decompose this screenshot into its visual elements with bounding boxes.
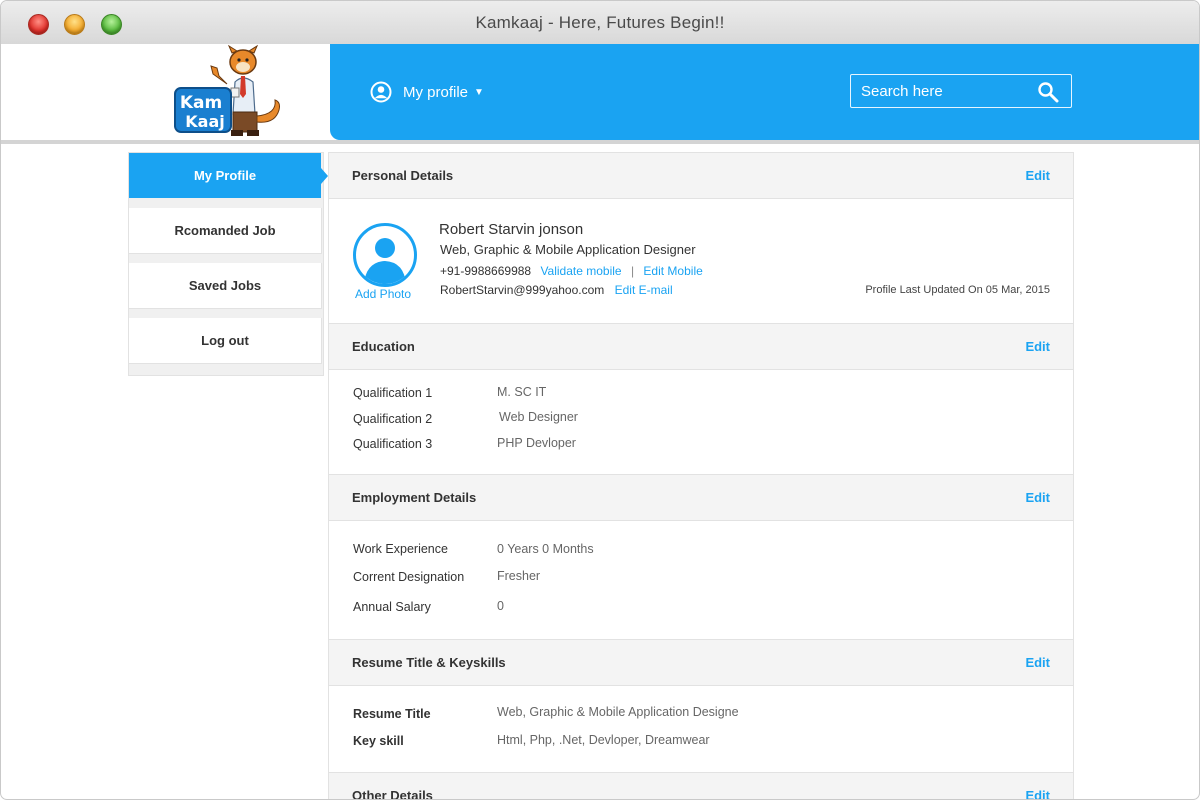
- profile-content: Personal Details Edit Add Photo Robert S…: [328, 152, 1074, 800]
- section-title: Employment Details: [352, 490, 477, 505]
- qualification-3-label: Qualification 3: [353, 437, 433, 451]
- qualification-2-label: Qualification 2: [353, 412, 433, 426]
- work-experience-label: Work Experience: [353, 542, 448, 556]
- link-separator: |: [630, 264, 635, 278]
- profile-menu-label: My profile: [403, 83, 469, 101]
- section-header-education: Education Edit: [329, 323, 1073, 370]
- section-title: Education: [352, 339, 415, 354]
- section-header-other: Other Details Edit: [329, 772, 1073, 800]
- section-title: Resume Title & Keyskills: [352, 655, 506, 670]
- section-header-resume: Resume Title & Keyskills Edit: [329, 639, 1073, 686]
- title-bar: Kamkaaj - Here, Futures Begin!!: [1, 1, 1199, 45]
- profile-last-updated: Profile Last Updated On 05 Mar, 2015: [865, 284, 1050, 296]
- edit-education-button[interactable]: Edit: [1025, 339, 1050, 354]
- chevron-down-icon: ▼: [474, 86, 484, 98]
- search-icon[interactable]: [1037, 81, 1059, 103]
- add-photo-link[interactable]: Add Photo: [355, 287, 411, 301]
- logo-text-top: Kam: [180, 93, 222, 113]
- section-header-personal: Personal Details Edit: [329, 153, 1073, 199]
- sidebar-item-my-profile[interactable]: My Profile: [129, 153, 328, 198]
- sidebar-item-saved-jobs[interactable]: Saved Jobs: [129, 263, 322, 309]
- qualification-1-value: M. SC IT: [497, 385, 547, 399]
- phone-number: +91-9988669988: [440, 264, 532, 278]
- app-window: Kamkaaj - Here, Futures Begin!! Kam Kaaj: [0, 0, 1200, 800]
- current-designation-value: Fresher: [497, 569, 541, 583]
- annual-salary-label: Annual Salary: [353, 600, 431, 614]
- edit-other-button[interactable]: Edit: [1025, 788, 1050, 799]
- avatar[interactable]: [353, 223, 417, 287]
- current-designation-label: Corrent Designation: [353, 570, 465, 584]
- edit-email-link[interactable]: Edit E-mail: [615, 283, 673, 297]
- work-experience-value: 0 Years 0 Months: [497, 542, 594, 556]
- phone-row: +91-9988669988 Validate mobile | Edit Mo…: [440, 264, 703, 278]
- sidebar-item-recommended-job[interactable]: Rcomanded Job: [129, 208, 322, 254]
- key-skill-label: Key skill: [353, 734, 404, 748]
- search-input[interactable]: [861, 75, 1031, 107]
- resume-title-label: Resume Title: [353, 707, 431, 721]
- key-skill-value: Html, Php, .Net, Devloper, Dreamwear: [497, 733, 710, 747]
- profile-name: Robert Starvin jonson: [439, 221, 584, 238]
- logo-area: Kam Kaaj: [1, 44, 330, 140]
- section-title: Personal Details: [352, 168, 454, 183]
- edit-employment-button[interactable]: Edit: [1025, 490, 1050, 505]
- logo-text-bottom: Kaaj: [185, 112, 224, 131]
- user-circle-icon: [370, 81, 392, 103]
- search-box: [850, 74, 1072, 108]
- window-title: Kamkaaj - Here, Futures Begin!!: [475, 13, 725, 32]
- section-header-employment: Employment Details Edit: [329, 474, 1073, 521]
- user-silhouette-icon: [364, 238, 406, 284]
- kamkaaj-logo[interactable]: Kam Kaaj: [169, 44, 289, 140]
- qualification-3-value: PHP Devloper: [497, 436, 576, 450]
- edit-resume-button[interactable]: Edit: [1025, 655, 1050, 670]
- section-title: Other Details: [352, 788, 433, 800]
- sidebar: My Profile Rcomanded Job Saved Jobs Log …: [128, 152, 328, 376]
- email-address: RobertStarvin@999yahoo.com: [440, 283, 605, 297]
- resume-title-value: Web, Graphic & Mobile Application Design…: [497, 705, 739, 719]
- annual-salary-value: 0: [497, 599, 504, 613]
- qualification-1-label: Qualification 1: [353, 386, 433, 400]
- profile-designation: Web, Graphic & Mobile Application Design…: [440, 242, 696, 257]
- header-divider: [1, 140, 1199, 144]
- top-nav-bar: My profile ▼: [330, 44, 1199, 140]
- qualification-2-value: Web Designer: [499, 410, 578, 424]
- edit-personal-button[interactable]: Edit: [1025, 168, 1050, 183]
- email-row: RobertStarvin@999yahoo.com Edit E-mail: [440, 283, 673, 297]
- profile-menu-dropdown[interactable]: My profile ▼: [370, 81, 484, 103]
- edit-mobile-link[interactable]: Edit Mobile: [643, 264, 702, 278]
- validate-mobile-link[interactable]: Validate mobile: [540, 264, 621, 278]
- sidebar-item-log-out[interactable]: Log out: [129, 318, 322, 364]
